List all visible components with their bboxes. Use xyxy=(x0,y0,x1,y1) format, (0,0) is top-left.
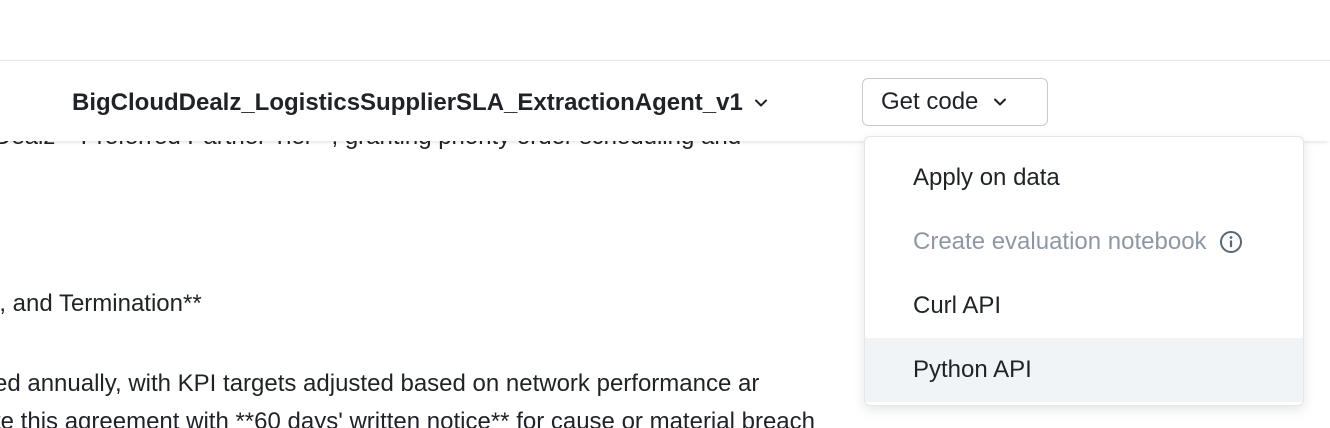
menu-item-label: Curl API xyxy=(913,292,1002,319)
document-line: ed annually, with KPI targets adjusted b… xyxy=(0,370,760,397)
menu-item-curl-api[interactable]: Curl API xyxy=(865,274,1303,338)
document-line: te this agreement with **60 days' writte… xyxy=(0,408,815,428)
menu-item-python-api[interactable]: Python API xyxy=(865,338,1303,402)
menu-item-apply-on-data[interactable]: Apply on data xyxy=(865,146,1303,210)
top-blank-strip xyxy=(0,0,1330,61)
page: Dealz **Preferred Partner Tier**, granti… xyxy=(0,0,1330,428)
menu-item-label: Create evaluation notebook xyxy=(913,228,1207,255)
menu-item-label: Python API xyxy=(913,356,1032,383)
get-code-label: Get code xyxy=(881,88,979,115)
get-code-dropdown-menu: Apply on data Create evaluation notebook… xyxy=(864,136,1304,406)
agent-selector[interactable]: BigCloudDealz_LogisticsSupplierSLA_Extra… xyxy=(72,86,769,120)
menu-item-create-evaluation-notebook: Create evaluation notebook xyxy=(865,210,1303,274)
info-icon[interactable] xyxy=(1219,230,1243,254)
get-code-button[interactable]: Get code xyxy=(862,78,1048,126)
chevron-down-icon xyxy=(992,94,1008,110)
chevron-down-icon xyxy=(753,95,769,111)
menu-item-label: Apply on data xyxy=(913,164,1060,191)
agent-name: BigCloudDealz_LogisticsSupplierSLA_Extra… xyxy=(72,89,743,116)
document-line: l, and Termination** xyxy=(0,290,202,317)
